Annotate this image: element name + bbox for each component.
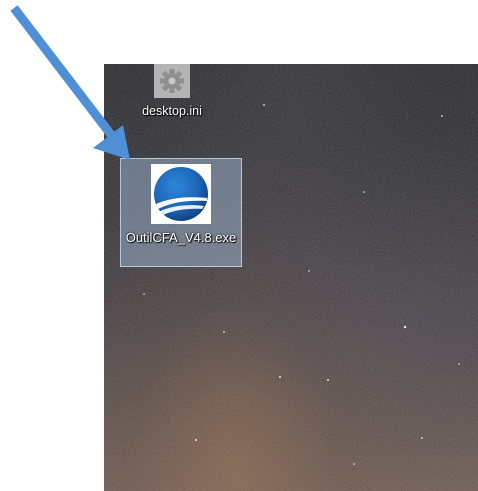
- desktop-background[interactable]: desktop.ini OutilCFA_V4.8.exe: [104, 64, 478, 491]
- app-logo-icon: [151, 164, 211, 224]
- starry-wallpaper: [104, 64, 478, 491]
- settings-file-icon: [148, 64, 196, 100]
- arrow-pointer-icon: [10, 5, 130, 160]
- screenshot-stage: desktop.ini OutilCFA_V4.8.exe: [0, 0, 478, 491]
- desktop-icon-label: OutilCFA_V4.8.exe: [125, 230, 237, 245]
- desktop-icon-outilcfa-exe[interactable]: OutilCFA_V4.8.exe: [120, 158, 242, 267]
- desktop-icon-label: desktop.ini: [142, 104, 202, 118]
